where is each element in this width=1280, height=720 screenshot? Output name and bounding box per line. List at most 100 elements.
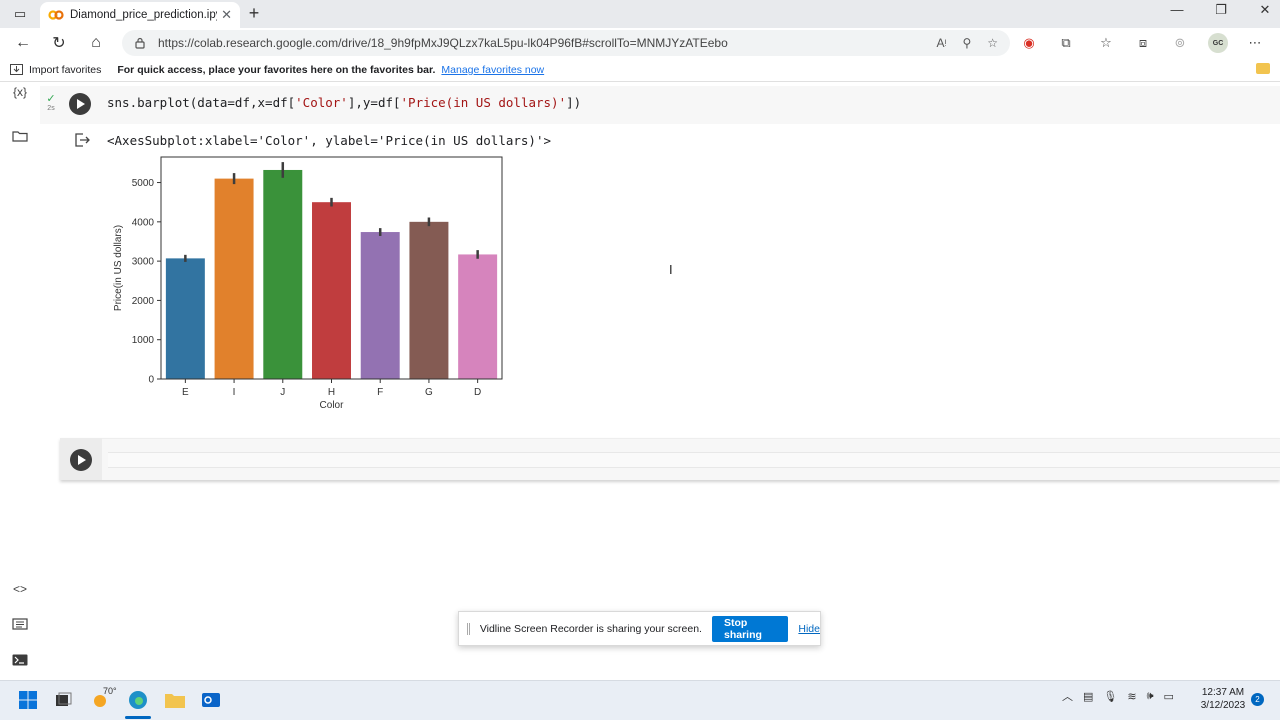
- drag-handle-icon[interactable]: [467, 622, 470, 635]
- file-explorer-icon[interactable]: [164, 689, 186, 711]
- x-tick-label: J: [280, 387, 285, 398]
- tab-actions-icon[interactable]: ▭: [10, 4, 30, 24]
- other-favorites-folder-icon[interactable]: [1256, 63, 1270, 74]
- run-cell-button[interactable]: [69, 93, 91, 115]
- code-snippets-icon[interactable]: <>: [10, 580, 30, 598]
- task-view-icon[interactable]: [52, 689, 74, 711]
- import-icon: [10, 64, 23, 75]
- show-hidden-icons-icon[interactable]: ︿: [1062, 688, 1073, 704]
- bar-D: [458, 254, 498, 379]
- extensions-icon[interactable]: ⧉: [1057, 34, 1075, 52]
- bar-H: [312, 202, 351, 379]
- screen-capture-icon[interactable]: ◉: [1020, 34, 1038, 52]
- hide-link[interactable]: Hide: [798, 623, 820, 635]
- y-tick-label: 5000: [132, 178, 155, 189]
- x-tick-label: F: [377, 387, 383, 398]
- x-tick-label: D: [474, 387, 481, 398]
- code-suffix: ]): [566, 95, 582, 110]
- microphone-icon[interactable]: 🎙︎: [1103, 690, 1117, 703]
- bar-I: [214, 178, 254, 379]
- home-icon[interactable]: ⌂: [85, 33, 107, 53]
- bar-J: [263, 169, 303, 379]
- url-text[interactable]: https://colab.research.google.com/drive/…: [158, 36, 921, 50]
- sharing-message: Vidline Screen Recorder is sharing your …: [479, 622, 702, 635]
- y-tick-label: 0: [148, 375, 154, 386]
- window-controls: — ❐ ✕: [1168, 2, 1274, 18]
- import-favorites-button[interactable]: Import favorites: [10, 64, 101, 76]
- collections-icon[interactable]: ⧈: [1134, 34, 1152, 52]
- cell-2-editor[interactable]: [108, 452, 1280, 468]
- colab-left-rail: {x} <>: [0, 83, 40, 680]
- start-icon[interactable]: [17, 689, 39, 711]
- checkmark-icon: ✓: [46, 93, 56, 105]
- x-tick-label: H: [328, 387, 335, 398]
- screen-sharing-banner: Vidline Screen Recorder is sharing your …: [458, 611, 821, 646]
- keyboard-layout-icon[interactable]: ▤: [1083, 690, 1093, 703]
- stop-sharing-button[interactable]: Stop sharing: [711, 615, 789, 642]
- cell-output-text: <AxesSubplot:xlabel='Color', ylabel='Pri…: [107, 133, 552, 148]
- wifi-icon[interactable]: ≋: [1127, 690, 1136, 703]
- y-tick-label: 4000: [132, 217, 155, 228]
- clock-date: 3/12/2023: [1200, 700, 1246, 711]
- battery-icon[interactable]: ▭: [1164, 690, 1174, 703]
- colab-logo-icon: [48, 10, 64, 20]
- code-editor[interactable]: sns.barplot(data=df,x=df['Color'],y=df['…: [107, 95, 581, 110]
- terminal-icon[interactable]: [10, 651, 30, 669]
- code-mid: ],y=df[: [347, 95, 401, 110]
- cell-run-status: ✓ 2s: [44, 93, 58, 113]
- y-axis-label: Price(in US dollars): [113, 225, 124, 311]
- output-actions-icon[interactable]: [74, 133, 92, 151]
- code-string-color: 'Color': [295, 95, 348, 110]
- x-tick-label: E: [182, 387, 189, 398]
- run-time: 2s: [47, 105, 55, 112]
- browser-toolbar: ← ↻ ⌂ https://colab.research.google.com/…: [0, 28, 1280, 58]
- minimize-icon[interactable]: —: [1168, 2, 1186, 18]
- back-icon[interactable]: ←: [12, 33, 34, 53]
- bar-chart: E I J H F G D 0 1000 2000 3000 4000 5000 Color Price(i…: [113, 156, 503, 411]
- bar-F: [360, 232, 400, 379]
- x-tick-label: I: [233, 387, 236, 398]
- x-tick-label: G: [425, 387, 433, 398]
- active-app-indicator: [125, 716, 151, 719]
- y-tick-label: 2000: [132, 296, 155, 307]
- bar-E: [165, 258, 205, 379]
- profile-avatar[interactable]: GC: [1208, 33, 1228, 53]
- favorites-hint: For quick access, place your favorites h…: [117, 63, 436, 76]
- code-prefix: sns.barplot(data=df,x=df[: [107, 95, 296, 110]
- outlook-icon[interactable]: [200, 689, 222, 711]
- import-favorites-label: Import favorites: [29, 63, 102, 76]
- y-tick-label: 3000: [132, 257, 155, 268]
- new-tab-button[interactable]: +: [244, 4, 264, 24]
- tab-title: Diamond_price_prediction.ipynb: [70, 9, 217, 21]
- edge-browser-icon[interactable]: [127, 689, 149, 711]
- read-aloud-icon[interactable]: Aᵎ: [937, 36, 947, 50]
- run-cell-2-button[interactable]: [70, 449, 92, 471]
- tab-notebook[interactable]: Diamond_price_prediction.ipynb ✕: [40, 2, 240, 28]
- x-axis-label: Color: [320, 400, 345, 411]
- add-favorite-icon[interactable]: ☆: [987, 36, 998, 50]
- volume-icon[interactable]: 🕪: [1147, 690, 1154, 703]
- weather-temperature: 70°: [103, 686, 117, 696]
- maximize-icon[interactable]: ❐: [1212, 2, 1230, 18]
- edge-bar-icon[interactable]: ⊚: [1171, 34, 1189, 52]
- close-tab-icon[interactable]: ✕: [221, 7, 232, 23]
- system-tray: ︿ ▤ 🎙︎ ≋ 🕪 ▭: [1062, 688, 1174, 704]
- zoom-icon[interactable]: ⚲: [962, 36, 971, 50]
- text-cursor-icon: I: [669, 262, 673, 277]
- address-bar[interactable]: https://colab.research.google.com/drive/…: [122, 30, 1010, 56]
- files-folder-icon[interactable]: [10, 127, 30, 145]
- favorites-bar: Import favorites For quick access, place…: [0, 58, 1280, 82]
- more-menu-icon[interactable]: ⋯: [1246, 34, 1264, 52]
- bar-G: [409, 221, 449, 379]
- y-tick-label: 1000: [132, 335, 155, 346]
- close-window-icon[interactable]: ✕: [1256, 2, 1274, 18]
- manage-favorites-link[interactable]: Manage favorites now: [441, 64, 544, 76]
- command-palette-icon[interactable]: [10, 615, 30, 633]
- favorites-icon[interactable]: ☆: [1097, 34, 1115, 52]
- refresh-icon[interactable]: ↻: [48, 33, 70, 53]
- notification-badge[interactable]: 2: [1251, 693, 1264, 706]
- variables-icon[interactable]: {x}: [10, 83, 30, 101]
- lock-icon[interactable]: [134, 37, 146, 49]
- taskbar-clock[interactable]: 12:37 AM 3/12/2023: [1196, 686, 1250, 712]
- browser-tab-strip: ▭ Diamond_price_prediction.ipynb ✕ + — ❐…: [0, 0, 1280, 28]
